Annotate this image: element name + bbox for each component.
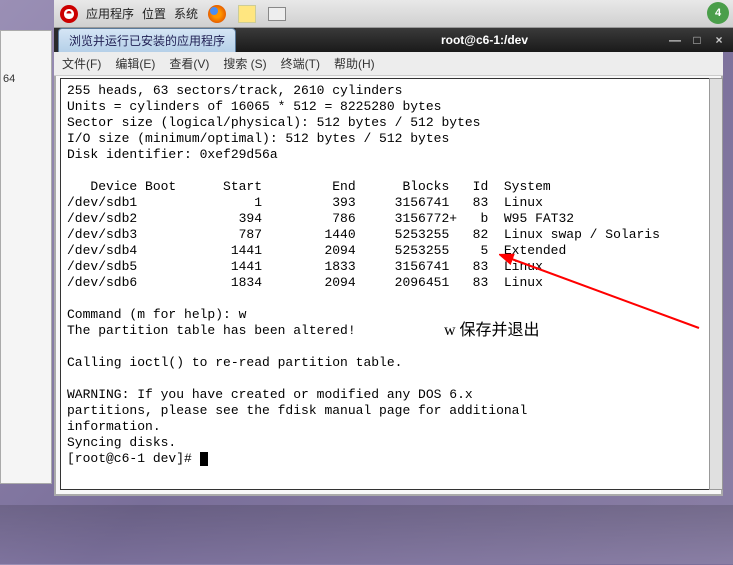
menu-file[interactable]: 文件(F) — [62, 55, 101, 72]
tab-bar: 浏览并运行已安装的应用程序 root@c6-1:/dev — □ × — [54, 28, 733, 52]
close-button[interactable]: × — [711, 33, 727, 47]
maximize-button[interactable]: □ — [689, 33, 705, 47]
workspace-indicator[interactable]: 4 — [707, 2, 729, 24]
annotation-text: w 保存并退出 — [444, 316, 540, 340]
tab-label: 浏览并运行已安装的应用程序 — [69, 32, 225, 49]
terminal-cursor — [200, 452, 208, 466]
window-controls: — □ × — [667, 33, 727, 47]
note-icon[interactable] — [236, 3, 258, 25]
redhat-icon[interactable] — [60, 5, 78, 23]
left-panel: 64 — [0, 30, 52, 484]
terminal-output[interactable]: 255 heads, 63 sectors/track, 2610 cylind… — [60, 78, 717, 490]
firefox-icon[interactable] — [206, 3, 228, 25]
minimize-button[interactable]: — — [667, 33, 683, 47]
panel-icon[interactable] — [266, 3, 288, 25]
menu-bar: 文件(F) 编辑(E) 查看(V) 搜索 (S) 终端(T) 帮助(H) — [54, 52, 723, 76]
taskbar-apps[interactable]: 应用程序 — [86, 5, 134, 22]
terminal-frame: 255 heads, 63 sectors/track, 2610 cylind… — [54, 76, 723, 496]
desktop-shadow — [0, 505, 733, 565]
menu-view[interactable]: 查看(V) — [169, 55, 209, 72]
scrollbar[interactable] — [709, 78, 723, 490]
left-panel-text: 64 — [3, 73, 15, 85]
taskbar-system[interactable]: 系统 — [174, 5, 198, 22]
title-bar[interactable]: root@c6-1:/dev — □ × — [236, 28, 733, 52]
menu-terminal[interactable]: 终端(T) — [281, 55, 320, 72]
menu-edit[interactable]: 编辑(E) — [115, 55, 155, 72]
menu-help[interactable]: 帮助(H) — [334, 55, 375, 72]
taskbar: 应用程序 位置 系统 — [54, 0, 733, 28]
taskbar-places[interactable]: 位置 — [142, 5, 166, 22]
tooltip-tab: 浏览并运行已安装的应用程序 — [58, 28, 236, 52]
menu-search[interactable]: 搜索 (S) — [223, 55, 266, 72]
window-title: root@c6-1:/dev — [441, 33, 528, 47]
